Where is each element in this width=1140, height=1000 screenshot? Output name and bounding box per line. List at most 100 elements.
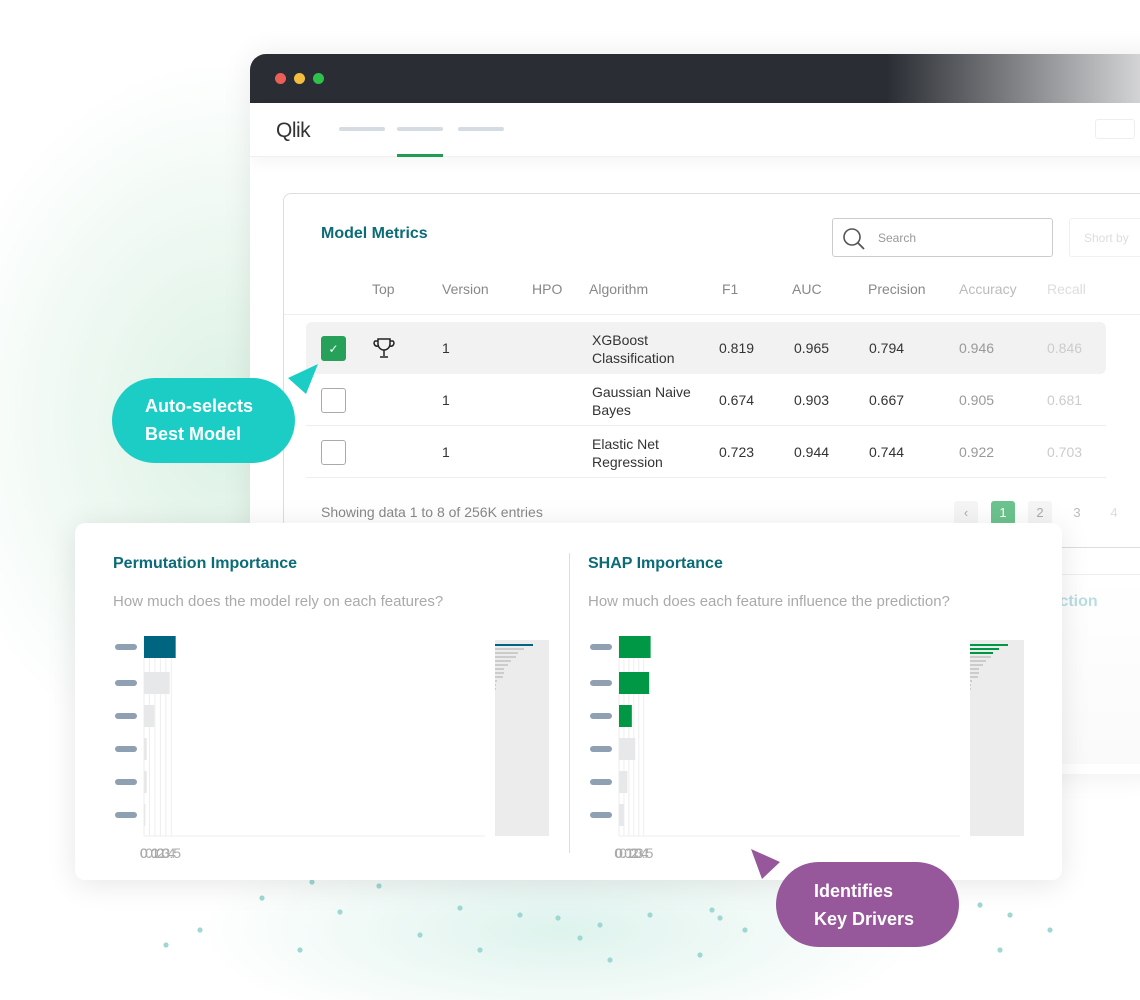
overview-bar — [970, 668, 979, 670]
overview-bar — [495, 672, 504, 674]
overview-bar — [970, 676, 978, 678]
nav-tab-3[interactable] — [458, 127, 504, 131]
shap-chart: 00.10.20.30.40.5 — [590, 636, 1024, 861]
overview-bar — [970, 688, 971, 690]
cell-accuracy: 0.946 — [959, 340, 995, 356]
table-row[interactable]: 1 Elastic Net Regression 0.723 0.944 0.744 0.… — [306, 426, 1106, 478]
feature-label-placeholder — [115, 644, 137, 650]
prev-page-button[interactable]: ‹ — [954, 501, 978, 525]
table-row[interactable]: ✓ 1 XGBoost Classification 0.819 0.965 0.794 0… — [306, 322, 1106, 374]
bar[interactable] — [619, 771, 628, 793]
model-metrics-title: Model Metrics — [321, 225, 428, 242]
bar[interactable] — [144, 804, 146, 826]
column-header-auc[interactable]: AUC — [792, 281, 822, 297]
shap-title: SHAP Importance — [588, 555, 723, 572]
nav-button[interactable] — [1095, 119, 1135, 139]
cell-accuracy: 0.905 — [959, 392, 995, 408]
bar[interactable] — [144, 771, 147, 793]
column-header-f1[interactable]: F1 — [722, 281, 738, 297]
bar[interactable] — [144, 672, 170, 694]
overview-bar — [970, 664, 983, 666]
decorative-dot — [647, 912, 653, 918]
bar[interactable] — [619, 672, 650, 694]
column-header-top[interactable]: Top — [372, 281, 395, 297]
feature-label-placeholder — [115, 779, 137, 785]
cell-algorithm: XGBoost Classification — [592, 332, 675, 366]
minimize-window-button[interactable] — [294, 73, 305, 84]
decorative-dot — [555, 915, 561, 921]
header-divider — [284, 314, 1140, 315]
decorative-dot — [577, 935, 583, 941]
bar[interactable] — [619, 705, 632, 727]
column-header-version[interactable]: Version — [442, 281, 489, 297]
model-metrics-card: Model Metrics Search Short by Top Version… — [283, 193, 1140, 548]
x-tick-label: 0.5 — [162, 845, 182, 861]
column-header-algorithm[interactable]: Algorithm — [589, 281, 648, 297]
cell-recall: 0.681 — [1047, 392, 1083, 408]
maximize-window-button[interactable] — [313, 73, 324, 84]
bar[interactable] — [619, 636, 651, 658]
decorative-dot — [417, 932, 423, 938]
cell-f1: 0.819 — [719, 340, 755, 356]
bar[interactable] — [144, 636, 176, 658]
decorative-dot — [259, 895, 265, 901]
feature-label-placeholder — [590, 680, 612, 686]
column-header-hpo[interactable]: HPO — [532, 281, 562, 297]
overview-bar — [495, 648, 524, 650]
title-bar — [250, 54, 1140, 103]
decorative-dot — [597, 922, 603, 928]
search-input[interactable]: Search — [832, 218, 1053, 257]
feature-label-placeholder — [115, 746, 137, 752]
decorative-dot — [1047, 927, 1053, 933]
pointer-arrow-icon — [751, 849, 780, 879]
permutation-subtitle: How much does the model rely on each fea… — [113, 593, 444, 610]
callout-line-1: Identifies — [814, 881, 894, 901]
decorative-dot — [477, 947, 483, 953]
column-header-recall[interactable]: Recall — [1047, 281, 1086, 297]
cell-precision: 0.744 — [869, 444, 905, 460]
cell-auc: 0.944 — [794, 444, 830, 460]
table-row[interactable]: 1 Gaussian Naive Bayes 0.674 0.903 0.667 0.90… — [306, 374, 1106, 426]
overview-bar — [970, 652, 993, 654]
bar[interactable] — [619, 804, 624, 826]
overview-bar — [970, 660, 986, 662]
decorative-dot — [717, 915, 723, 921]
row-checkbox[interactable] — [321, 388, 346, 413]
feature-label-placeholder — [115, 812, 137, 818]
key-drivers-callout: Identifies Key Drivers — [776, 862, 959, 947]
page-button-2[interactable]: 2 — [1028, 501, 1052, 525]
overview-bar — [495, 684, 496, 686]
cell-f1: 0.723 — [719, 444, 755, 460]
overview-bar — [495, 656, 516, 658]
row-checkbox[interactable] — [321, 440, 346, 465]
page-button-4[interactable]: 4 — [1102, 501, 1126, 525]
column-header-precision[interactable]: Precision — [868, 281, 926, 297]
bar[interactable] — [144, 705, 155, 727]
nav-tab-1[interactable] — [339, 127, 385, 131]
sort-dropdown[interactable]: Short by — [1069, 218, 1140, 257]
row-checkbox[interactable]: ✓ — [321, 336, 346, 361]
bar[interactable] — [144, 738, 147, 760]
cell-algorithm: Gaussian Naive Bayes — [592, 384, 691, 418]
shap-subtitle: How much does each feature influence the… — [588, 593, 950, 610]
overview-bar — [495, 688, 496, 690]
feature-label-placeholder — [115, 680, 137, 686]
page-button-3[interactable]: 3 — [1065, 501, 1089, 525]
cell-version: 1 — [442, 392, 450, 408]
overview-bar — [495, 680, 497, 682]
feature-label-placeholder — [590, 713, 612, 719]
permutation-chart: 00.10.20.30.40.5 — [115, 636, 549, 861]
overview-bar — [970, 680, 972, 682]
callout-line-2: Best Model — [145, 424, 242, 444]
close-window-button[interactable] — [275, 73, 286, 84]
callout-line-1: Auto-selects — [145, 396, 254, 416]
page-button-1[interactable]: 1 — [991, 501, 1015, 525]
overview-bar — [495, 664, 508, 666]
top-nav: Qlik — [250, 103, 1140, 157]
nav-tab-2[interactable] — [397, 127, 443, 131]
permutation-title: Permutation Importance — [113, 555, 298, 572]
bar[interactable] — [619, 738, 636, 760]
column-header-accuracy[interactable]: Accuracy — [959, 281, 1017, 297]
overview-bar — [495, 652, 518, 654]
decorative-dot — [337, 909, 343, 915]
